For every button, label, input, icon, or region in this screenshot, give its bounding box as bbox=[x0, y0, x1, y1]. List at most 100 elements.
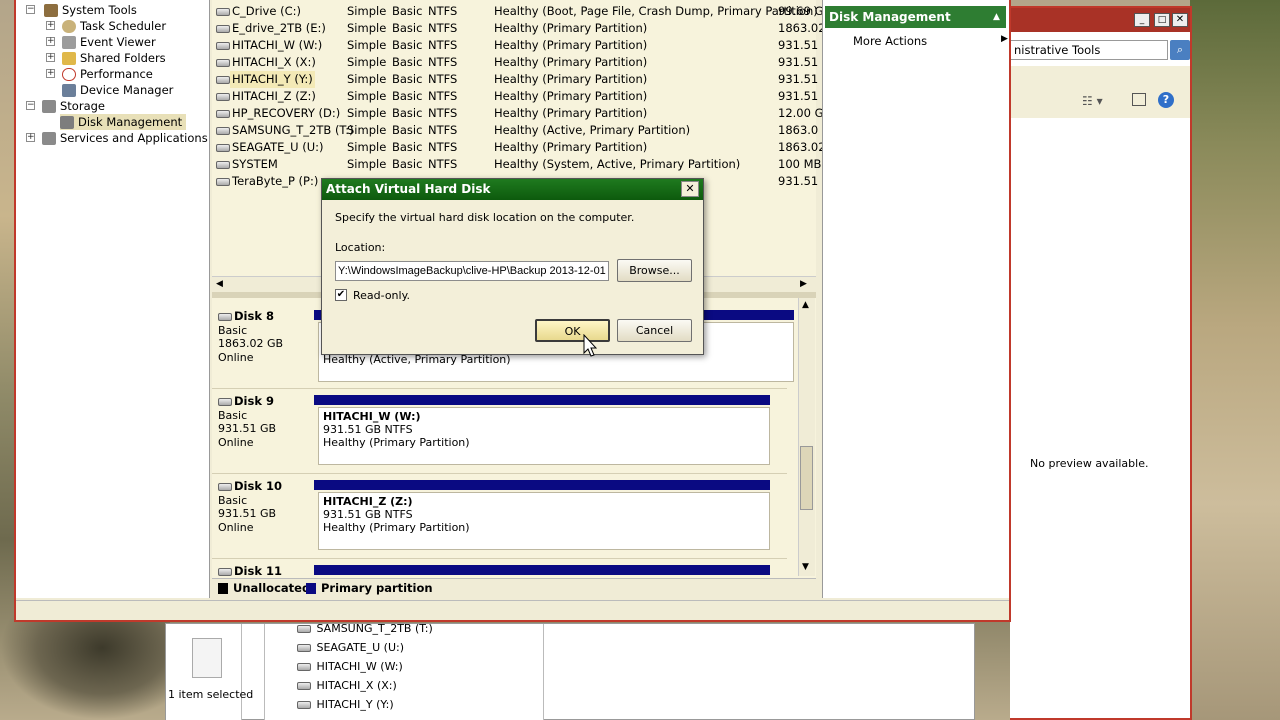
explorer-window: 1 item selected SAMSUNG_T_2TB (T:) SEAGA… bbox=[165, 622, 975, 720]
table-row[interactable]: E_drive_2TB (E:) Simple Basic NTFS Healthy (… bbox=[212, 20, 826, 37]
expand-icon[interactable]: + bbox=[26, 133, 35, 142]
table-row[interactable]: HITACHI_Z (Z:) Simple Basic NTFS Healthy (Pr… bbox=[212, 88, 818, 105]
expand-icon[interactable]: + bbox=[46, 69, 55, 78]
list-item[interactable]: SAMSUNG_T_2TB (T:) bbox=[297, 620, 433, 638]
readonly-checkbox[interactable]: ✔ bbox=[335, 289, 347, 301]
drive-icon bbox=[216, 54, 232, 71]
selection-status: 1 item selected bbox=[168, 688, 254, 701]
event-viewer-icon bbox=[62, 36, 76, 49]
disk-10-partition[interactable]: HITACHI_Z (Z:) 931.51 GB NTFS Healthy (P… bbox=[318, 492, 770, 550]
scroll-left-icon[interactable]: ◀ bbox=[216, 279, 223, 289]
location-label: Location: bbox=[335, 241, 386, 254]
console-tree: − System Tools + Task Scheduler + Event … bbox=[16, 0, 210, 598]
list-item[interactable]: HITACHI_Y (Y:) bbox=[297, 696, 394, 714]
collapse-arrow-icon[interactable]: ▲ bbox=[993, 6, 1000, 28]
expand-icon[interactable]: + bbox=[46, 53, 55, 62]
expand-icon[interactable]: + bbox=[46, 37, 55, 46]
search-icon[interactable]: ⌕ bbox=[1170, 40, 1190, 60]
table-row[interactable]: HITACHI_W (W:) Simple Basic NTFS Healthy (Pr… bbox=[212, 37, 818, 54]
help-icon[interactable]: ? bbox=[1158, 92, 1174, 108]
clock-icon bbox=[62, 20, 76, 33]
close-icon[interactable]: ✕ bbox=[1172, 13, 1188, 27]
tree-item-storage[interactable]: Storage bbox=[42, 98, 105, 114]
tree-item-services-applications[interactable]: Services and Applications bbox=[42, 130, 208, 146]
tree-item-disk-management[interactable]: Disk Management bbox=[60, 114, 187, 130]
partition-bar bbox=[314, 395, 770, 405]
attach-vhd-dialog: Attach Virtual Hard Disk ✕ Specify the v… bbox=[321, 178, 704, 355]
table-row[interactable]: SYSTEM Simple Basic NTFS Healthy (System, Ac… bbox=[212, 156, 821, 173]
disk-legend: Unallocated Primary partition bbox=[212, 578, 816, 598]
browse-button[interactable]: Browse... bbox=[617, 259, 692, 282]
win2-titlebar: _ □ ✕ bbox=[1010, 8, 1190, 32]
drive-icon bbox=[297, 644, 311, 652]
collapse-icon[interactable]: − bbox=[26, 101, 35, 110]
list-item[interactable]: SEAGATE_U (U:) bbox=[297, 639, 404, 657]
mouse-cursor-icon bbox=[583, 334, 597, 357]
minimize-icon[interactable]: _ bbox=[1134, 13, 1150, 27]
divider bbox=[212, 473, 787, 474]
drive-icon bbox=[216, 156, 232, 173]
list-item[interactable]: HITACHI_X (X:) bbox=[297, 677, 397, 695]
tree-item-event-viewer[interactable]: Event Viewer bbox=[62, 34, 156, 50]
device-manager-icon bbox=[62, 84, 76, 97]
readonly-label: Read-only. bbox=[353, 289, 411, 302]
ok-button[interactable]: OK bbox=[535, 319, 610, 342]
actions-header[interactable]: Disk Management ▲ bbox=[825, 6, 1006, 28]
table-row[interactable]: SEAGATE_U (U:) Simple Basic NTFS Healthy (Pr… bbox=[212, 139, 826, 156]
disk-10-label[interactable]: Disk 10 Basic 931.51 GB Online bbox=[218, 479, 308, 534]
table-row[interactable]: HITACHI_X (X:) Simple Basic NTFS Healthy (Pr… bbox=[212, 54, 818, 71]
folder-icon bbox=[62, 52, 76, 65]
divider bbox=[212, 558, 787, 559]
drive-icon bbox=[297, 682, 311, 690]
explorer-drive-list: SAMSUNG_T_2TB (T:) SEAGATE_U (U:) HITACH… bbox=[264, 622, 544, 720]
tree-item-task-scheduler[interactable]: Task Scheduler bbox=[62, 18, 166, 34]
disk-icon bbox=[218, 483, 232, 491]
table-row[interactable]: C_Drive (C:) Simple Basic NTFS Healthy (Boot… bbox=[212, 3, 824, 20]
table-row[interactable]: HP_RECOVERY (D:) Simple Basic NTFS Healthy (… bbox=[212, 105, 824, 122]
primary-swatch bbox=[306, 583, 316, 594]
legend-primary: Primary partition bbox=[321, 581, 433, 595]
services-icon bbox=[42, 132, 56, 145]
scroll-down-icon[interactable]: ▼ bbox=[802, 562, 809, 572]
unallocated-swatch bbox=[218, 583, 228, 594]
maximize-icon[interactable]: □ bbox=[1154, 13, 1170, 27]
disk-8-label[interactable]: Disk 8 Basic 1863.02 GB Online bbox=[218, 309, 308, 364]
legend-unallocated: Unallocated bbox=[233, 581, 311, 595]
drive-icon bbox=[216, 37, 232, 54]
disk-icon bbox=[218, 313, 232, 321]
performance-icon bbox=[62, 68, 76, 81]
scroll-thumb[interactable] bbox=[800, 446, 813, 510]
drive-icon bbox=[297, 625, 311, 633]
cancel-button[interactable]: Cancel bbox=[617, 319, 692, 342]
vertical-scrollbar[interactable]: ▲ ▼ bbox=[798, 298, 815, 576]
disk-9-label[interactable]: Disk 9 Basic 931.51 GB Online bbox=[218, 394, 308, 449]
expand-icon[interactable]: + bbox=[46, 21, 55, 30]
drive-icon bbox=[216, 20, 232, 37]
preview-pane-icon[interactable] bbox=[1132, 93, 1146, 106]
drive-icon bbox=[216, 173, 232, 190]
partition-bar bbox=[314, 480, 770, 490]
disk-11-label[interactable]: Disk 11 bbox=[218, 564, 308, 579]
tree-item-shared-folders[interactable]: Shared Folders bbox=[62, 50, 166, 66]
explorer-details-pane: 1 item selected bbox=[166, 624, 253, 720]
partition-bar bbox=[314, 565, 770, 575]
tree-item-system-tools[interactable]: System Tools bbox=[44, 2, 137, 18]
view-options-icon[interactable]: ☷ ▾ bbox=[1082, 94, 1103, 108]
collapse-icon[interactable]: − bbox=[26, 5, 35, 14]
win2-toolbar: ☷ ▾ ? bbox=[1010, 66, 1190, 118]
more-actions-item[interactable]: More Actions bbox=[853, 34, 927, 48]
list-item[interactable]: HITACHI_W (W:) bbox=[297, 658, 403, 676]
scroll-up-icon[interactable]: ▲ bbox=[802, 300, 809, 310]
dialog-title: Attach Virtual Hard Disk bbox=[322, 179, 703, 200]
tree-item-device-manager[interactable]: Device Manager bbox=[62, 82, 173, 98]
no-preview-text: No preview available. bbox=[1030, 457, 1149, 470]
address-bar[interactable]: nistrative Tools bbox=[1010, 40, 1168, 60]
scroll-right-icon[interactable]: ▶ bbox=[800, 279, 807, 289]
close-icon[interactable]: ✕ bbox=[681, 181, 699, 197]
tools-icon bbox=[44, 4, 58, 17]
table-row[interactable]: HITACHI_Y (Y:) Simple Basic NTFS Healthy (Pr… bbox=[212, 71, 818, 88]
tree-item-performance[interactable]: Performance bbox=[62, 66, 153, 82]
disk-9-partition[interactable]: HITACHI_W (W:) 931.51 GB NTFS Healthy (P… bbox=[318, 407, 770, 465]
location-input[interactable]: Y:\WindowsImageBackup\clive-HP\Backup 20… bbox=[335, 261, 609, 281]
table-row[interactable]: SAMSUNG_T_2TB (T:) Simple Basic NTFS Healthy… bbox=[212, 122, 818, 139]
